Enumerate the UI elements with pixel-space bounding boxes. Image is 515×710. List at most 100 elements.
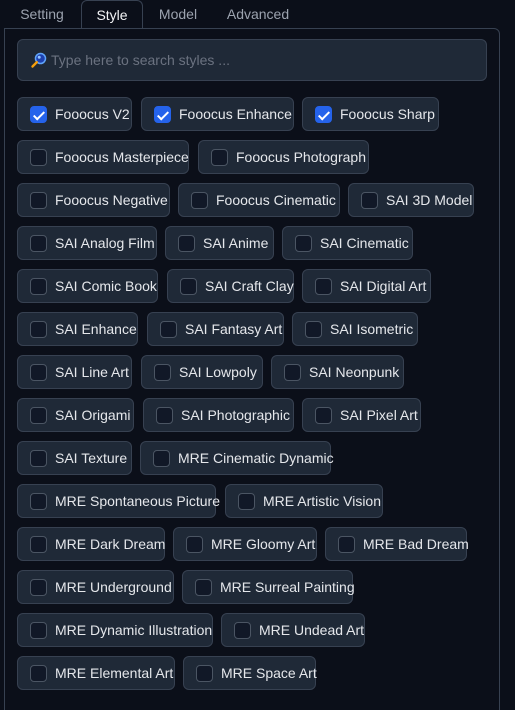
checkbox[interactable] [153, 450, 170, 467]
checkbox[interactable] [338, 536, 355, 553]
checkbox[interactable] [238, 493, 255, 510]
style-option-mre-bad-dream[interactable]: MRE Bad Dream [325, 527, 469, 561]
style-option-label: Fooocus V2 [55, 106, 130, 122]
style-option-label: Fooocus Negative [55, 192, 168, 208]
style-option-label: SAI Pixel Art [340, 407, 418, 423]
style-option-mre-space-art[interactable]: MRE Space Art [183, 656, 317, 690]
checkbox[interactable] [315, 278, 332, 295]
checkbox[interactable] [160, 321, 177, 338]
style-option-label: MRE Dynamic Illustration [55, 622, 213, 638]
style-option-label: SAI Lowpoly [179, 364, 257, 380]
checkbox[interactable] [30, 579, 47, 596]
checkbox[interactable] [30, 622, 47, 639]
checkbox[interactable] [154, 364, 171, 381]
style-option-label: SAI Comic Book [55, 278, 157, 294]
style-option-sai-3d-model[interactable]: SAI 3D Model [348, 183, 474, 217]
style-option-mre-dark-dream[interactable]: MRE Dark Dream [17, 527, 165, 561]
checkbox[interactable] [186, 536, 203, 553]
style-option-label: SAI Craft Clay [205, 278, 294, 294]
style-checkbox-group: Fooocus V2 Fooocus Enhance Fooocus Sharp Fo… [0, 0, 515, 710]
style-option-sai-craft-clay[interactable]: SAI Craft Clay [167, 269, 294, 303]
style-option-label: MRE Undead Art [259, 622, 365, 638]
style-option-label: MRE Artistic Vision [263, 493, 381, 509]
style-option-label: SAI Cinematic [320, 235, 409, 251]
style-option-fooocus-v2[interactable]: Fooocus V2 [17, 97, 132, 131]
style-option-label: Fooocus Enhance [179, 106, 292, 122]
checkbox[interactable] [30, 536, 47, 553]
checkbox[interactable] [361, 192, 378, 209]
style-option-sai-digital-art[interactable]: SAI Digital Art [302, 269, 431, 303]
style-option-label: SAI Photographic [181, 407, 290, 423]
style-option-sai-neonpunk[interactable]: SAI Neonpunk [271, 355, 404, 389]
style-option-label: SAI Texture [55, 450, 128, 466]
style-option-mre-gloomy-art[interactable]: MRE Gloomy Art [173, 527, 317, 561]
style-option-sai-line-art[interactable]: SAI Line Art [17, 355, 132, 389]
style-option-sai-analog-film[interactable]: SAI Analog Film [17, 226, 157, 260]
style-option-sai-isometric[interactable]: SAI Isometric [292, 312, 418, 346]
checkbox[interactable] [315, 106, 332, 123]
checkbox[interactable] [305, 321, 322, 338]
style-option-fooocus-masterpiece[interactable]: Fooocus Masterpiece [17, 140, 189, 174]
checkbox[interactable] [154, 106, 171, 123]
style-option-fooocus-photograph[interactable]: Fooocus Photograph [198, 140, 369, 174]
style-option-sai-cinematic[interactable]: SAI Cinematic [282, 226, 413, 260]
style-option-mre-elemental-art[interactable]: MRE Elemental Art [17, 656, 175, 690]
checkbox[interactable] [30, 321, 47, 338]
style-option-label: Fooocus Photograph [236, 149, 366, 165]
style-option-mre-surreal-painting[interactable]: MRE Surreal Painting [182, 570, 355, 604]
checkbox[interactable] [295, 235, 312, 252]
style-option-fooocus-enhance[interactable]: Fooocus Enhance [141, 97, 294, 131]
checkbox[interactable] [178, 235, 195, 252]
checkbox[interactable] [30, 106, 47, 123]
style-option-label: MRE Surreal Painting [220, 579, 355, 595]
style-option-sai-photographic[interactable]: SAI Photographic [143, 398, 294, 432]
checkbox[interactable] [196, 665, 213, 682]
style-option-mre-dynamic-illustration[interactable]: MRE Dynamic Illustration [17, 613, 213, 647]
checkbox[interactable] [234, 622, 251, 639]
checkbox[interactable] [30, 149, 47, 166]
checkbox[interactable] [156, 407, 173, 424]
checkbox[interactable] [30, 450, 47, 467]
checkbox[interactable] [30, 364, 47, 381]
style-option-label: SAI Enhance [55, 321, 137, 337]
style-option-sai-origami[interactable]: SAI Origami [17, 398, 134, 432]
style-option-sai-pixel-art[interactable]: SAI Pixel Art [302, 398, 421, 432]
checkbox[interactable] [180, 278, 197, 295]
checkbox[interactable] [30, 278, 47, 295]
checkbox[interactable] [195, 579, 212, 596]
style-option-label: Fooocus Sharp [340, 106, 435, 122]
style-option-mre-cinematic-dynamic[interactable]: MRE Cinematic Dynamic [140, 441, 334, 475]
checkbox[interactable] [30, 192, 47, 209]
style-option-label: MRE Underground [55, 579, 172, 595]
style-option-fooocus-cinematic[interactable]: Fooocus Cinematic [178, 183, 340, 217]
style-option-sai-lowpoly[interactable]: SAI Lowpoly [141, 355, 263, 389]
style-option-sai-fantasy-art[interactable]: SAI Fantasy Art [147, 312, 284, 346]
checkbox[interactable] [211, 149, 228, 166]
style-option-label: MRE Cinematic Dynamic [178, 450, 334, 466]
style-option-sai-enhance[interactable]: SAI Enhance [17, 312, 138, 346]
style-option-sai-texture[interactable]: SAI Texture [17, 441, 132, 475]
style-option-mre-undead-art[interactable]: MRE Undead Art [221, 613, 365, 647]
style-option-label: SAI 3D Model [386, 192, 473, 208]
style-option-sai-comic-book[interactable]: SAI Comic Book [17, 269, 158, 303]
style-option-label: SAI Isometric [330, 321, 414, 337]
checkbox[interactable] [315, 407, 332, 424]
checkbox[interactable] [191, 192, 208, 209]
checkbox[interactable] [30, 407, 47, 424]
style-option-mre-underground[interactable]: MRE Underground [17, 570, 174, 604]
checkbox[interactable] [284, 364, 301, 381]
style-option-mre-spontaneous-picture[interactable]: MRE Spontaneous Picture [17, 484, 220, 518]
style-option-label: SAI Line Art [55, 364, 129, 380]
style-option-mre-artistic-vision[interactable]: MRE Artistic Vision [225, 484, 383, 518]
style-option-fooocus-negative[interactable]: Fooocus Negative [17, 183, 170, 217]
style-option-label: Fooocus Masterpiece [55, 149, 189, 165]
style-option-sai-anime[interactable]: SAI Anime [165, 226, 274, 260]
style-option-label: SAI Analog Film [55, 235, 155, 251]
style-option-label: MRE Gloomy Art [211, 536, 316, 552]
checkbox[interactable] [30, 665, 47, 682]
checkbox[interactable] [30, 235, 47, 252]
checkbox[interactable] [30, 493, 47, 510]
style-option-label: SAI Origami [55, 407, 131, 423]
style-option-fooocus-sharp[interactable]: Fooocus Sharp [302, 97, 439, 131]
style-option-label: SAI Anime [203, 235, 269, 251]
